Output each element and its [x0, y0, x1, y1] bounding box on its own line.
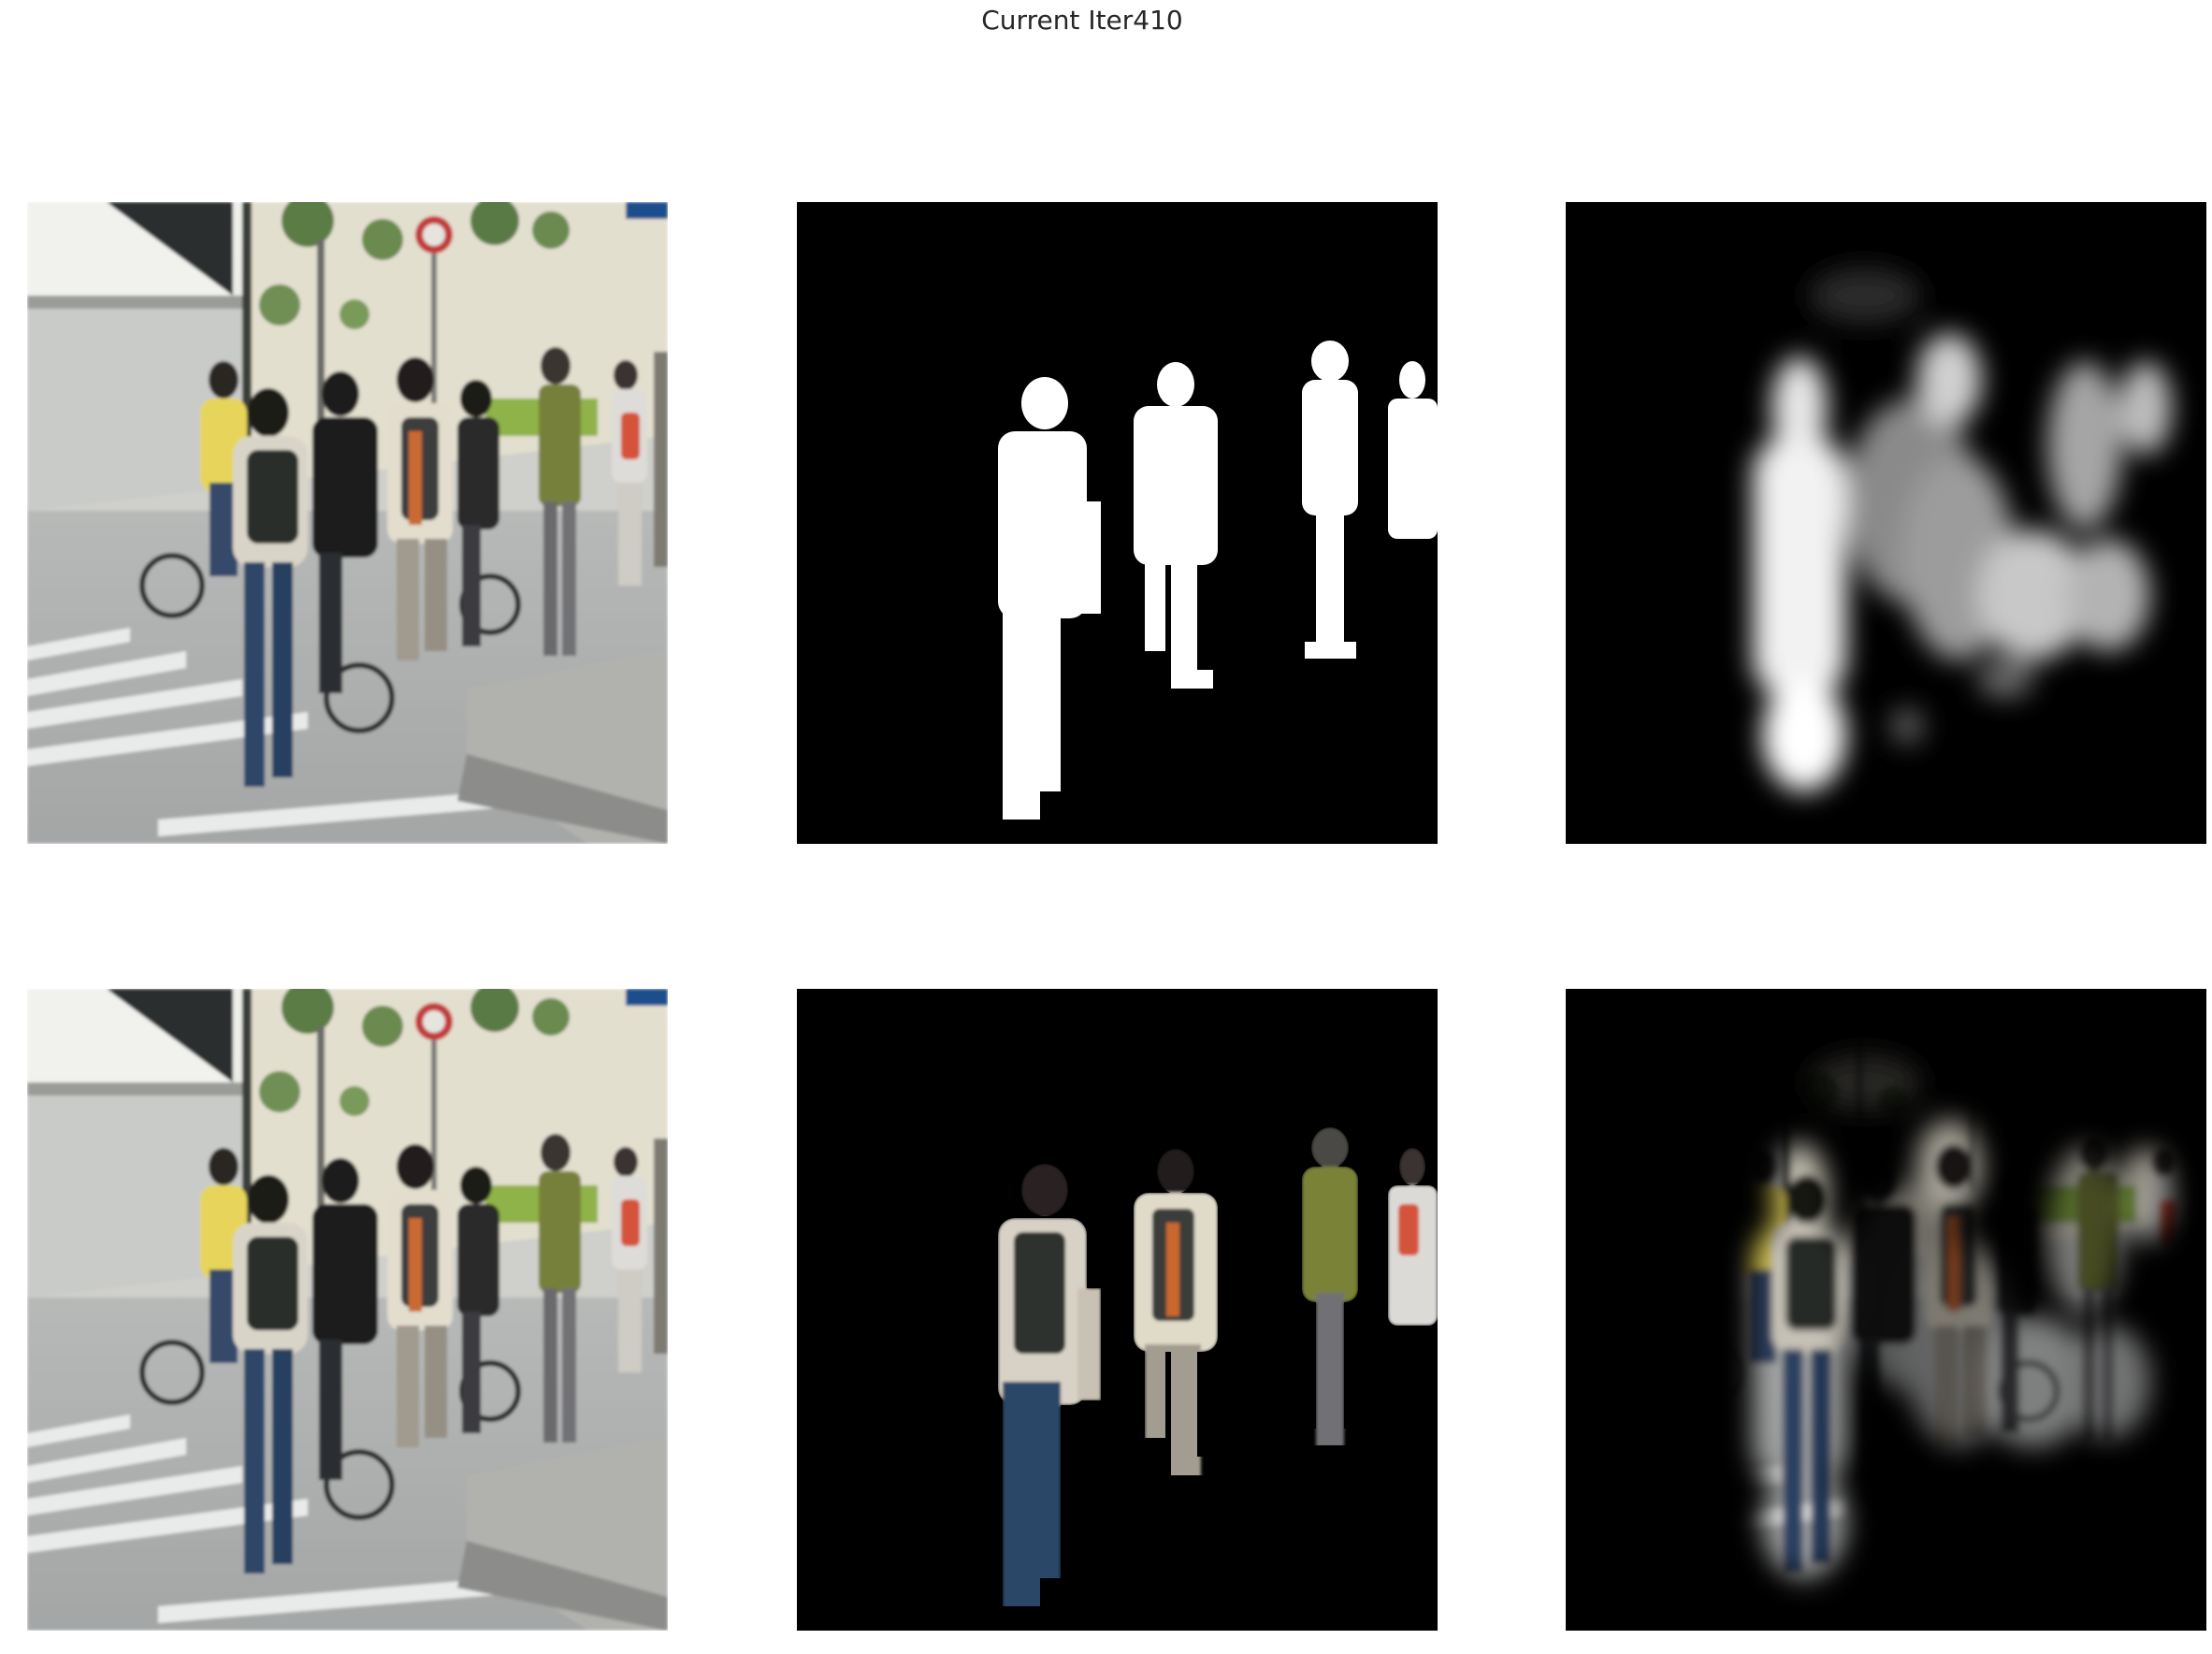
ground-truth-mask	[797, 202, 1438, 844]
predicted-masked-image	[1566, 989, 2206, 1631]
ground-truth-mask-panel	[797, 202, 1438, 844]
input-image-copy-panel	[27, 989, 668, 1631]
figure-title: Current Iter410	[981, 5, 1183, 36]
input-image-panel	[27, 202, 668, 844]
input-image-copy	[27, 989, 668, 1631]
predicted-mask-panel	[1566, 202, 2206, 844]
predicted-mask	[1566, 202, 2206, 844]
ground-truth-masked-image-panel	[797, 989, 1438, 1631]
predicted-masked-image-panel	[1566, 989, 2206, 1631]
ground-truth-masked-image	[797, 989, 1438, 1631]
input-image	[27, 202, 668, 844]
